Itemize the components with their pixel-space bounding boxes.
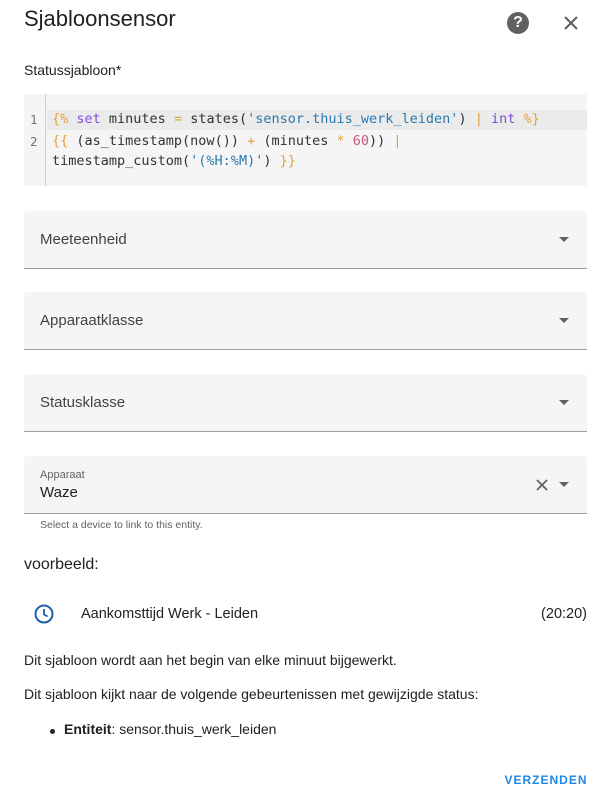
- template-label: Statussjabloon*: [24, 62, 122, 78]
- code-token: int: [482, 111, 516, 127]
- code-token: (as_timestamp(now()): [68, 133, 248, 149]
- code-token: {{: [52, 133, 69, 149]
- code-token: set: [68, 111, 101, 127]
- line-number: 1: [30, 112, 38, 127]
- listened-entity-item: Entiteit: sensor.thuis_werk_leiden: [64, 721, 276, 737]
- code-token: timestamp_custom(: [52, 153, 191, 169]
- device-class-select[interactable]: Apparaatklasse: [24, 292, 587, 350]
- listen-info-text: Dit sjabloon kijkt naar de volgende gebe…: [24, 686, 479, 702]
- code-token: |: [466, 111, 483, 127]
- code-token: %}: [515, 111, 540, 127]
- entity-id-value: : sensor.thuis_werk_leiden: [111, 721, 277, 737]
- template-sensor-dialog: Sjabloonsensor ? Statussjabloon* 1 2 {% …: [0, 0, 598, 800]
- code-token: =: [173, 111, 183, 127]
- device-picker-helper: Select a device to link to this entity.: [40, 519, 203, 531]
- state-class-select-label: Statusklasse: [40, 394, 126, 411]
- chevron-down-icon[interactable]: [559, 318, 569, 323]
- device-picker-label: Apparaat: [40, 469, 85, 481]
- device-picker[interactable]: Apparaat Waze: [24, 456, 587, 514]
- code-line-2: {{ (as_timestamp(now()) + (minutes * 60)…: [52, 133, 402, 149]
- code-token: }}: [271, 153, 296, 169]
- chevron-down-icon[interactable]: [559, 237, 569, 242]
- device-picker-value: Waze: [40, 484, 78, 501]
- code-line-2-wrapped: timestamp_custom('(%H:%M)') }}: [52, 153, 296, 169]
- code-token: )): [369, 133, 386, 149]
- close-icon[interactable]: [560, 12, 582, 34]
- update-info-text: Dit sjabloon wordt aan het begin van elk…: [24, 652, 397, 668]
- template-code-editor[interactable]: 1 2 {% set minutes = states('sensor.thui…: [24, 94, 587, 186]
- unit-select[interactable]: Meeteenheid: [24, 211, 587, 269]
- code-token: (minutes: [255, 133, 337, 149]
- code-token: states(: [182, 111, 248, 127]
- code-token: 60: [344, 133, 370, 149]
- device-class-select-label: Apparaatklasse: [40, 312, 144, 329]
- code-token: +: [247, 133, 256, 149]
- preview-entity-name: Aankomsttijd Werk - Leiden: [81, 606, 259, 622]
- code-token: 'sensor.thuis_werk_leiden': [247, 111, 459, 127]
- chevron-down-icon[interactable]: [559, 400, 569, 405]
- entity-key-label: Entiteit: [64, 721, 112, 737]
- code-token: minutes: [100, 111, 174, 127]
- code-token: |: [385, 133, 402, 149]
- preview-entity-state: (20:20): [541, 606, 587, 622]
- code-token: '(%H:%M)': [190, 153, 264, 169]
- clock-outline-icon: [34, 604, 54, 624]
- help-icon[interactable]: ?: [507, 12, 529, 34]
- chevron-down-icon[interactable]: [559, 482, 569, 487]
- clear-icon[interactable]: [535, 478, 549, 492]
- list-bullet: [50, 729, 55, 734]
- code-token: ): [458, 111, 467, 127]
- preview-heading: voorbeeld:: [24, 556, 99, 573]
- submit-button[interactable]: VERZENDEN: [500, 766, 592, 794]
- dialog-title: Sjabloonsensor: [24, 6, 176, 31]
- state-class-select[interactable]: Statusklasse: [24, 374, 587, 432]
- code-line-1: {% set minutes = states('sensor.thuis_we…: [52, 111, 540, 127]
- unit-select-label: Meeteenheid: [40, 231, 127, 248]
- code-token: {%: [52, 111, 69, 127]
- line-number: 2: [30, 134, 38, 149]
- line-number-gutter: 1 2: [24, 94, 46, 186]
- code-token: *: [336, 133, 345, 149]
